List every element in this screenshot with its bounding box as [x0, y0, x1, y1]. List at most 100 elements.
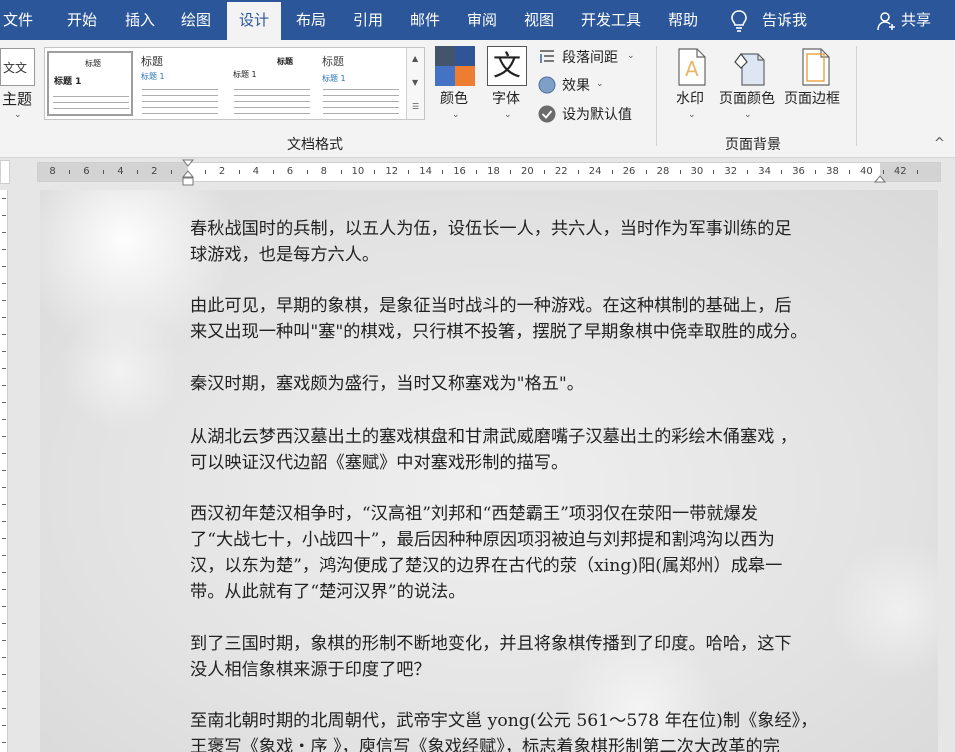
ruler-number: 8	[320, 166, 327, 177]
ruler-tick	[2, 198, 6, 199]
ribbon-design: 文文 主题 ⌄ 标题 标题 1 标题 标题 1 标题 1 标题 标题 标题 1 …	[0, 40, 955, 158]
watermark-icon[interactable]: A	[676, 48, 708, 86]
tab-developer[interactable]: 开发工具	[581, 0, 641, 40]
gallery-up-icon[interactable]: ▲	[412, 54, 418, 63]
page-color-label[interactable]: 页面颜色	[719, 88, 775, 108]
document-paragraph[interactable]: 到了三国时期，象棋的形制不断地变化，并且将象棋传播到了印度。哈哈，这下 没人相信象…	[190, 631, 890, 683]
tab-layout[interactable]: 布局	[296, 0, 326, 40]
ruler-tick	[2, 249, 6, 250]
fonts-icon[interactable]: 文	[487, 46, 527, 86]
horizontal-ruler[interactable]: 8 6 4 2 2 4 6 8 10 12 14 16 18 20 22 24 26 28 30 32 34 36 38 40…	[37, 159, 941, 186]
ruler-tick	[2, 334, 6, 335]
style-set-item[interactable]: 标题 标题 1	[319, 51, 407, 116]
vertical-ruler[interactable]	[0, 190, 8, 752]
tab-design[interactable]: 设计	[227, 2, 281, 40]
document-paragraph[interactable]: 春秋战国时的兵制，以五人为伍，设伍长一人，共六人，当时作为军事训练的足 球游戏，也…	[190, 216, 890, 268]
page-color-dropdown-icon[interactable]: ⌄	[744, 110, 752, 120]
fonts-label[interactable]: 字体	[492, 88, 520, 108]
gallery-down-icon[interactable]: ▼	[412, 78, 418, 87]
ruler-right-margin	[880, 163, 940, 181]
ruler-tick	[2, 538, 6, 539]
ruler-tick	[2, 657, 6, 658]
text-line: 球游戏，也是每方六人。	[190, 245, 380, 265]
ruler-number: 38	[826, 166, 839, 177]
document-paragraph[interactable]: 由此可见，早期的象棋，是象征当时战斗的一种游戏。在这种棋制的基础上，后 来又出现一…	[190, 293, 890, 345]
page-borders-icon[interactable]	[800, 48, 832, 86]
page-color-icon[interactable]	[733, 48, 765, 86]
share-person-icon[interactable]	[877, 11, 897, 31]
text-line: 没人相信象棋来源于印度了吧？	[190, 660, 431, 680]
ruler-tick	[2, 504, 6, 505]
ruler-tick	[2, 742, 6, 743]
first-line-indent-marker[interactable]	[182, 159, 194, 189]
ruler-number: 6	[83, 166, 90, 177]
tab-insert[interactable]: 插入	[125, 0, 155, 40]
lightbulb-icon[interactable]	[730, 10, 748, 32]
themes-label[interactable]: 主题	[2, 88, 32, 109]
colors-icon[interactable]	[435, 46, 475, 86]
ruler-tick	[543, 170, 545, 174]
text-line: 从湖北云梦西汉墓出土的塞戏棋盘和甘肃武威磨嘴子汉墓出土的彩绘木俑塞戏 ，	[190, 427, 798, 447]
style-title: 标题	[322, 55, 344, 68]
right-indent-marker[interactable]	[874, 171, 886, 183]
ruler-tick	[2, 674, 6, 675]
gallery-more-icon[interactable]: ☰	[412, 102, 419, 111]
tab-selector[interactable]	[0, 160, 10, 184]
colors-dropdown-icon[interactable]: ⌄	[452, 110, 460, 120]
ruler-number: 6	[286, 166, 294, 177]
text-line: 了“大战七十，小战四十”，最后因种种原因项羽被迫与刘邦提和割鸿沟以西为	[190, 530, 775, 550]
style-set-item[interactable]: 标题 标题 1	[47, 51, 133, 116]
colors-label[interactable]: 颜色	[440, 88, 468, 108]
text-line: 汉，以东为楚”，鸿沟便成了楚汉的边界在古代的荥（xing)阳(属郑州）成皋一	[190, 556, 783, 576]
ruler-tick	[2, 283, 6, 284]
document-paragraph[interactable]: 西汉初年楚汉相争时，“汉高祖”刘邦和“西楚霸王”项羽仅在荥阳一带就爆发 了“大战七…	[190, 501, 890, 605]
ruler-tick	[916, 170, 918, 174]
ruler-tick	[882, 170, 884, 174]
tab-mailings[interactable]: 邮件	[410, 0, 440, 40]
gallery-scrollbar[interactable]: ▲ ▼ ☰	[406, 48, 424, 119]
tab-references[interactable]: 引用	[353, 0, 383, 40]
ruler-tick	[2, 623, 6, 624]
theme-preview-text: 文文	[3, 61, 28, 75]
ruler-tick	[204, 170, 206, 174]
tab-view[interactable]: 视图	[524, 0, 554, 40]
style-set-item[interactable]: 标题 标题 1	[138, 51, 226, 116]
tab-home[interactable]: 开始	[67, 0, 97, 40]
group-label-document-formatting: 文档格式	[287, 137, 343, 153]
watermark-label[interactable]: 水印	[676, 88, 704, 108]
style-heading: 标题 1	[141, 72, 165, 81]
style-set-item[interactable]: 标题	[267, 51, 327, 116]
watermark-dropdown-icon[interactable]: ⌄	[688, 110, 696, 120]
tab-draw[interactable]: 绘图	[181, 0, 211, 40]
collapse-ribbon-icon[interactable]: ^	[934, 136, 945, 151]
ruler-tick	[2, 419, 6, 420]
ruler-tick	[2, 572, 6, 573]
ruler-tick	[69, 170, 71, 174]
ruler-number: 20	[521, 166, 534, 177]
ruler-number: 40	[860, 166, 873, 177]
ruler-tick	[2, 300, 6, 301]
ruler-tick	[442, 170, 444, 174]
tab-help[interactable]: 帮助	[668, 0, 698, 40]
document-paragraph[interactable]: 秦汉时期，塞戏颇为盛行，当时又称塞戏为"格五"。	[190, 371, 890, 397]
style-body-preview	[53, 93, 129, 114]
themes-dropdown-icon[interactable]: ⌄	[14, 110, 22, 120]
group-separator	[656, 46, 657, 146]
tab-review[interactable]: 审阅	[467, 0, 497, 40]
ruler-number: 4	[117, 166, 124, 177]
tab-file[interactable]: 文件	[3, 0, 33, 40]
document-page[interactable]: 春秋战国时的兵制，以五人为伍，设伍长一人，共六人，当时作为军事训练的足 球游戏，也…	[40, 190, 938, 752]
fonts-dropdown-icon[interactable]: ⌄	[504, 110, 512, 120]
themes-button[interactable]: 文文	[0, 48, 35, 86]
ruler-tick	[2, 691, 6, 692]
share-button[interactable]: 共享	[901, 0, 931, 40]
ruler-tick	[2, 708, 6, 709]
document-paragraph[interactable]: 从湖北云梦西汉墓出土的塞戏棋盘和甘肃武威磨嘴子汉墓出土的彩绘木俑塞戏 ， 可以映证…	[190, 424, 890, 476]
tell-me-search[interactable]: 告诉我	[762, 0, 807, 40]
text-line: 秦汉时期，塞戏颇为盛行，当时又称塞戏为"格五"。	[190, 374, 584, 394]
text-line: 至南北朝时期的北周朝代，武帝宇文邕 yong(公元 561～578 年在位)制《…	[190, 711, 818, 731]
document-paragraph[interactable]: 至南北朝时期的北周朝代，武帝宇文邕 yong(公元 561～578 年在位)制《…	[190, 708, 890, 752]
page-borders-label[interactable]: 页面边框	[784, 88, 840, 108]
style-body-preview	[323, 86, 399, 116]
ruler-tick	[2, 453, 6, 454]
